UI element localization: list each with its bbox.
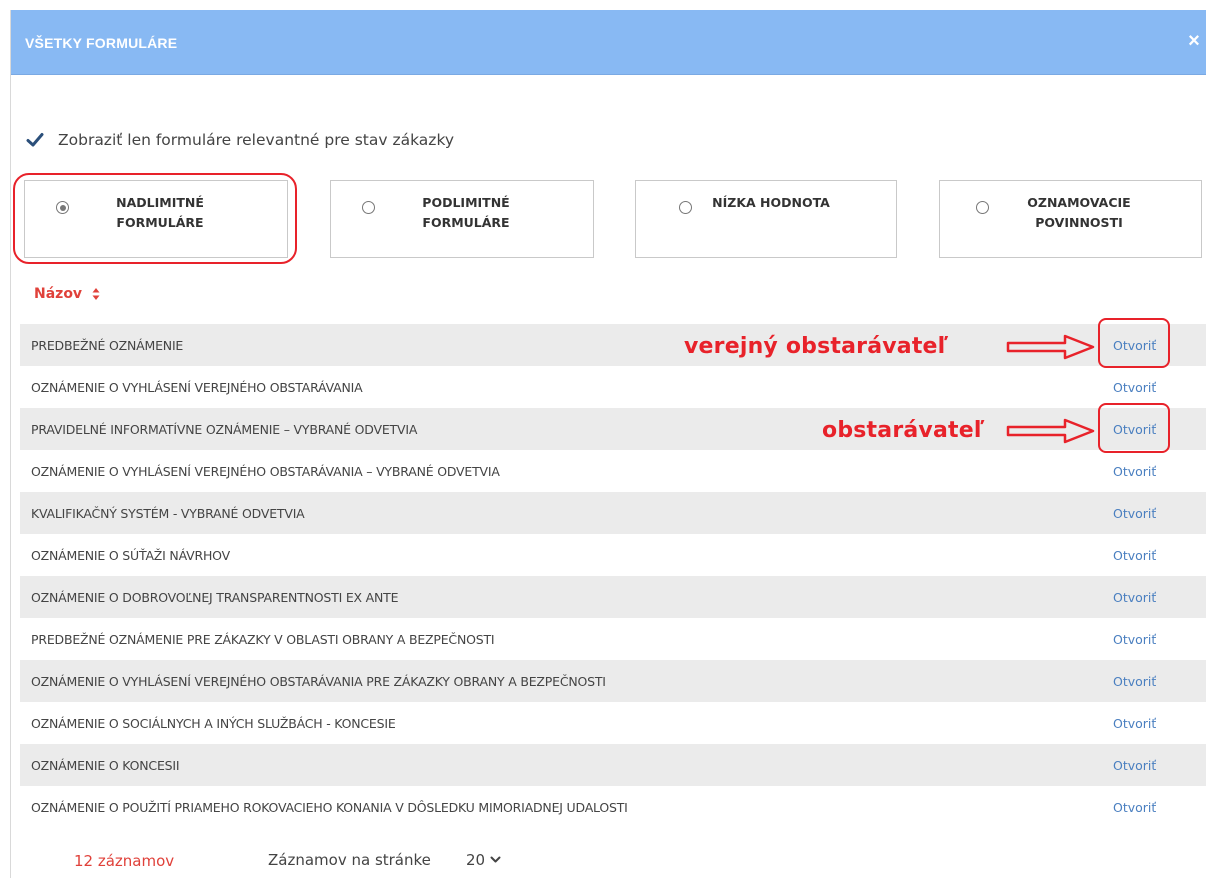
type-option-oznamovacie[interactable]: OZNAMOVACIE POVINNOSTI [939,180,1202,258]
open-link[interactable]: Otvoriť [1113,632,1156,647]
open-link[interactable]: Otvoriť [1113,716,1156,731]
modal-header: VŠETKY FORMULÁRE × [11,10,1206,75]
table-row: OZNÁMENIE O DOBROVOĽNEJ TRANSPARENTNOSTI… [20,576,1206,618]
table-row: KVALIFIKAČNÝ SYSTÉM - VYBRANÉ ODVETVIA Ot… [20,492,1206,534]
row-name: OZNÁMENIE O SOCIÁLNYCH A INÝCH SLUŽBÁCH … [31,715,396,731]
open-link[interactable]: Otvoriť [1113,506,1156,521]
annotation-text-obstaravatel: obstarávateľ [822,418,985,443]
row-name: OZNÁMENIE O VYHLÁSENÍ VEREJNÉHO OBSTARÁV… [31,463,500,479]
table-row: OZNÁMENIE O SOCIÁLNYCH A INÝCH SLUŽBÁCH … [20,702,1206,744]
arrow-right-icon [1006,418,1095,444]
table-row: OZNÁMENIE O VYHLÁSENÍ VEREJNÉHO OBSTARÁV… [20,366,1206,408]
forms-table: PREDBEŽNÉ OZNÁMENIE Otvoriť OZNÁMENIE O V… [20,324,1206,828]
row-name: OZNÁMENIE O POUŽITÍ PRIAMEHO ROKOVACIEHO… [31,799,628,815]
record-count: 12 záznamov [74,852,175,870]
type-option-podlimitne[interactable]: PODLIMITNÉ FORMULÁRE [330,180,594,258]
type-label-podlimitne: PODLIMITNÉ FORMULÁRE [422,195,510,230]
row-name: PREDBEŽNÉ OZNÁMENIE [31,337,184,353]
per-page-label: Záznamov na stránke [268,851,431,869]
per-page-select[interactable]: 20 [466,849,501,871]
radio-icon[interactable] [679,201,692,214]
close-button[interactable]: × [1183,28,1205,54]
row-name: PRAVIDELNÉ INFORMATÍVNE OZNÁMENIE – VYBR… [31,421,418,437]
filter-label: Zobraziť len formuláre relevantné pre st… [58,131,455,149]
row-name: OZNÁMENIE O VYHLÁSENÍ VEREJNÉHO OBSTARÁV… [31,379,363,395]
row-name: OZNÁMENIE O DOBROVOĽNEJ TRANSPARENTNOSTI… [31,589,399,605]
open-link[interactable]: Otvoriť [1113,800,1156,815]
highlight-annotation [13,173,297,264]
relevant-forms-filter[interactable]: Zobraziť len formuláre relevantné pre st… [26,128,454,152]
arrow-right-icon [1006,334,1095,360]
sort-icon[interactable] [92,287,100,301]
row-name: KVALIFIKAČNÝ SYSTÉM - VYBRANÉ ODVETVIA [31,505,305,521]
row-name: OZNÁMENIE O VYHLÁSENÍ VEREJNÉHO OBSTARÁV… [31,673,606,689]
open-link[interactable]: Otvoriť [1113,674,1156,689]
table-row: OZNÁMENIE O SÚŤAŽI NÁVRHOV Otvoriť [20,534,1206,576]
open-link[interactable]: Otvoriť [1113,464,1156,479]
type-label-nizka-hodnota: NÍZKA HODNOTA [712,195,830,210]
annotation-text-verejny-obstaravatel: verejný obstarávateľ [684,334,949,359]
type-option-nizka-hodnota[interactable]: NÍZKA HODNOTA [635,180,897,258]
modal-title: VŠETKY FORMULÁRE [25,35,178,51]
table-row: OZNÁMENIE O POUŽITÍ PRIAMEHO ROKOVACIEHO… [20,786,1206,828]
type-label-oznamovacie: OZNAMOVACIE POVINNOSTI [1027,195,1131,230]
table-row: OZNÁMENIE O VYHLÁSENÍ VEREJNÉHO OBSTARÁV… [20,450,1206,492]
annotation-box [1098,318,1170,368]
sort-header-name[interactable]: Názov [34,286,100,302]
open-link[interactable]: Otvoriť [1113,548,1156,563]
open-link[interactable]: Otvoriť [1113,590,1156,605]
row-name: PREDBEŽNÉ OZNÁMENIE PRE ZÁKAZKY V OBLAST… [31,631,495,647]
table-row: PREDBEŽNÉ OZNÁMENIE PRE ZÁKAZKY V OBLAST… [20,618,1206,660]
row-name: OZNÁMENIE O KONCESII [31,757,180,773]
per-page-value: 20 [466,851,486,869]
radio-icon[interactable] [976,201,989,214]
open-link[interactable]: Otvoriť [1113,380,1156,395]
table-row: OZNÁMENIE O KONCESII Otvoriť [20,744,1206,786]
annotation-box [1098,403,1170,453]
table-row: OZNÁMENIE O VYHLÁSENÍ VEREJNÉHO OBSTARÁV… [20,660,1206,702]
checkmark-icon[interactable] [26,131,44,149]
chevron-down-icon [490,856,501,863]
radio-icon[interactable] [362,201,375,214]
row-name: OZNÁMENIE O SÚŤAŽI NÁVRHOV [31,547,230,563]
open-link[interactable]: Otvoriť [1113,758,1156,773]
